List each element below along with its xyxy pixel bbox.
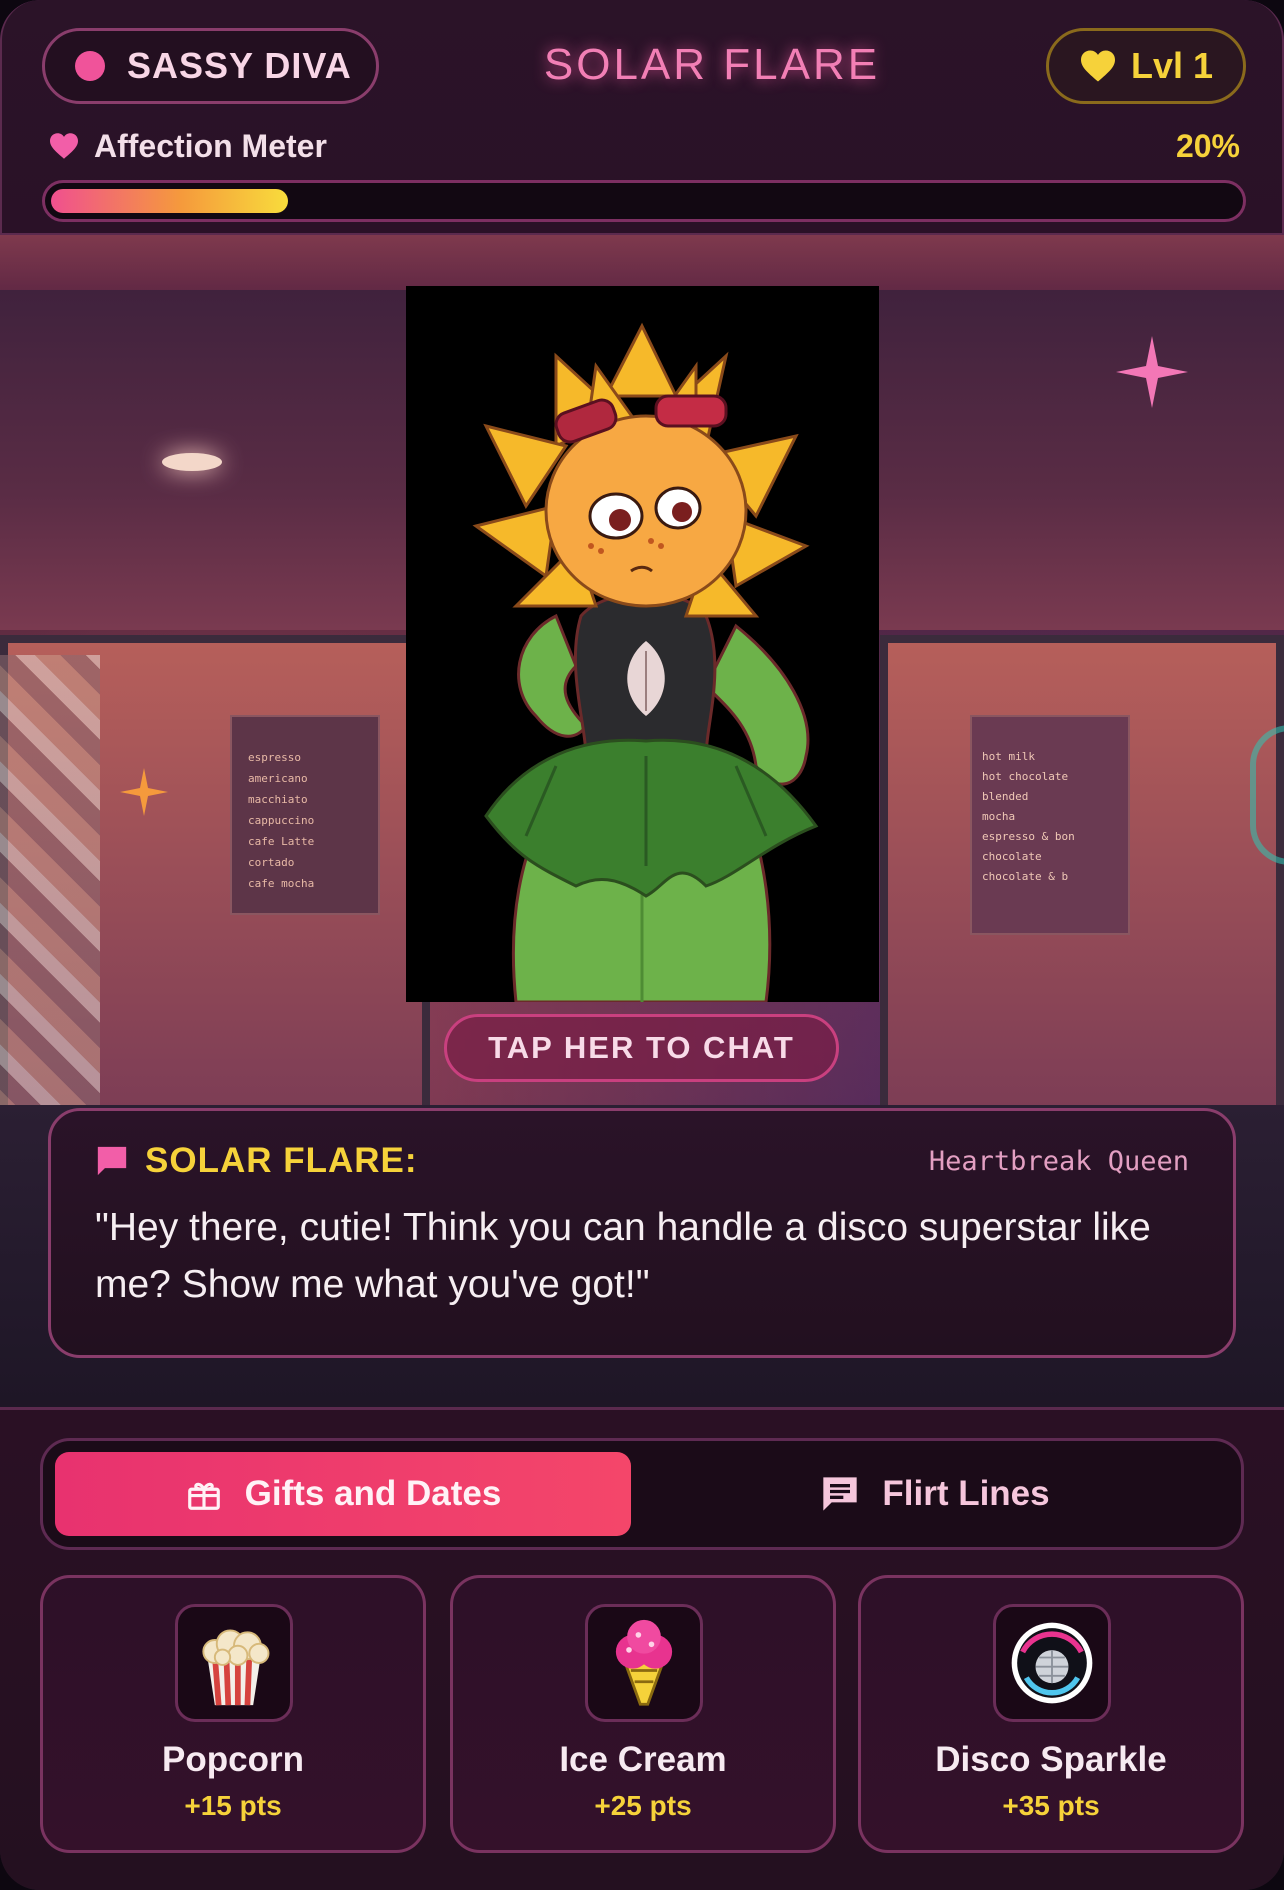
tap-to-chat-button[interactable]: TAP HER TO CHAT	[444, 1014, 839, 1082]
tab-flirt-lines[interactable]: Flirt Lines	[635, 1452, 1235, 1536]
sunflower-character-illustration	[472, 322, 819, 1004]
mood-badge: SASSY DIVA	[42, 28, 379, 104]
gift-points: +25 pts	[594, 1790, 692, 1821]
sparkle-icon	[1116, 336, 1188, 408]
heart-icon	[1080, 50, 1115, 82]
gift-name: Ice Cream	[559, 1740, 727, 1779]
gift-card-disco-sparkle[interactable]: Disco Sparkle +35 pts	[858, 1575, 1244, 1853]
gift-name: Disco Sparkle	[935, 1740, 1167, 1779]
menu-item: espresso	[248, 751, 301, 764]
menu-board-right: hot milk hot chocolate blended mocha esp…	[970, 715, 1130, 935]
menu-item: chocolate	[982, 850, 1042, 863]
speaker-name: SOLAR FLARE:	[145, 1141, 418, 1180]
character-tagline: Heartbreak Queen	[928, 1145, 1189, 1177]
tab-gifts-and-dates[interactable]: Gifts and Dates	[55, 1452, 631, 1536]
gift-points: +15 pts	[184, 1790, 282, 1821]
popcorn-icon	[202, 1629, 270, 1706]
level-label: Lvl 1	[1130, 45, 1214, 86]
character-title: SOLAR FLARE	[543, 40, 881, 89]
tab-bar: Gifts and Dates Flirt Lines	[40, 1438, 1244, 1550]
menu-item: mocha	[982, 810, 1016, 823]
affection-meter-label: Affection Meter	[94, 127, 327, 164]
neon-sign	[0, 235, 1284, 290]
action-panel: Gifts and Dates Flirt Lines Popcorn +15 …	[0, 1407, 1284, 1890]
menu-item: cappuccino	[248, 814, 315, 827]
tab-label: Flirt Lines	[882, 1474, 1050, 1513]
menu-item: hot chocolate	[982, 770, 1069, 783]
neon-decoration	[1250, 725, 1284, 865]
dialog-box[interactable]: SOLAR FLARE: Heartbreak Queen "Hey there…	[48, 1108, 1236, 1358]
sparkle-icon	[120, 768, 168, 816]
menu-item: blended	[982, 790, 1029, 803]
affection-meter-fill	[51, 189, 289, 213]
heart-icon	[50, 133, 78, 159]
tab-label: Gifts and Dates	[244, 1474, 502, 1513]
photo-wall	[0, 655, 100, 1115]
gift-icon	[187, 1482, 220, 1510]
gift-card-ice-cream[interactable]: Ice Cream +25 pts	[450, 1575, 836, 1853]
gift-card-popcorn[interactable]: Popcorn +15 pts	[40, 1575, 426, 1853]
menu-item: hot milk	[982, 750, 1035, 763]
character-portrait[interactable]	[406, 286, 879, 1004]
mood-label: SASSY DIVA	[127, 45, 352, 86]
gift-thumbnail	[585, 1604, 703, 1722]
level-badge: Lvl 1	[1046, 28, 1246, 104]
affection-row: Affection Meter 20%	[48, 124, 1240, 168]
mood-dot-icon	[75, 51, 105, 81]
menu-item: americano	[248, 772, 308, 785]
menu-item: macchiato	[248, 793, 308, 806]
status-header: SASSY DIVA SOLAR FLARE Lvl 1 Affection M…	[0, 0, 1284, 235]
menu-board-left: espresso americano macchiato cappuccino …	[230, 715, 380, 915]
disco-ball-icon	[1011, 1622, 1093, 1704]
gift-points: +35 pts	[1002, 1790, 1100, 1821]
menu-item: chocolate & b	[982, 870, 1069, 883]
ice-cream-icon	[615, 1619, 673, 1706]
ceiling-lamp	[162, 453, 222, 471]
menu-item: cafe Latte	[248, 835, 315, 848]
gift-thumbnail	[175, 1604, 293, 1722]
chat-icon	[823, 1477, 858, 1511]
affection-percent: 20%	[1175, 127, 1240, 164]
dialog-text: "Hey there, cutie! Think you can handle …	[95, 1206, 1151, 1306]
menu-item: espresso & bon	[982, 830, 1075, 843]
menu-item: cafe mocha	[248, 877, 315, 890]
affection-meter	[42, 180, 1246, 222]
speech-bubble-icon	[97, 1146, 127, 1176]
gift-name: Popcorn	[162, 1740, 304, 1779]
game-screen: SASSY DIVA SOLAR FLARE Lvl 1 Affection M…	[0, 0, 1284, 1890]
gift-thumbnail	[993, 1604, 1111, 1722]
menu-item: cortado	[248, 856, 295, 869]
